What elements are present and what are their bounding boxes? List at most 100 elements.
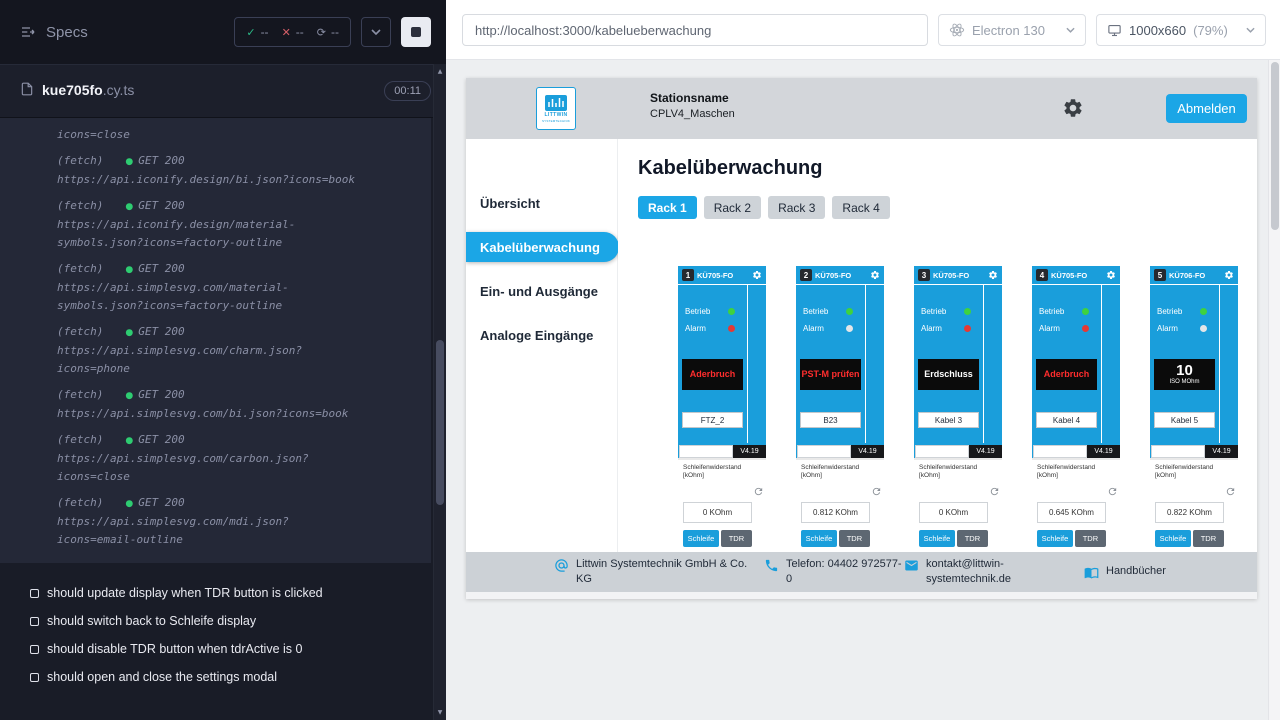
log-entry[interactable]: (fetch)●GET 200https://api.simplesvg.com… (57, 431, 431, 486)
version-blank-field (915, 445, 969, 458)
fetch-label: (fetch) (57, 199, 103, 212)
book-icon (1084, 565, 1099, 580)
measurement-label: Schleifenwiderstand [kOhm] (1037, 464, 1106, 480)
card-buttons: SchleifeTDR (1155, 530, 1224, 547)
alarm-led (1200, 325, 1207, 332)
reporter-scrollbar[interactable]: ▲ ▼ (433, 64, 446, 720)
page-scrollbar[interactable] (1268, 60, 1280, 720)
tab-rack-2[interactable]: Rack 2 (704, 196, 761, 219)
sidebar-item-bersicht[interactable]: Übersicht (466, 188, 617, 218)
refresh-icon[interactable] (871, 486, 882, 497)
cable-name: B23 (800, 412, 861, 428)
request-url: https://api.simplesvg.com/mdi.json?icons… (57, 513, 368, 549)
tdr-button[interactable]: TDR (839, 530, 870, 547)
request-url: https://api.iconify.design/material-symb… (57, 216, 368, 252)
card-settings-icon[interactable] (1224, 270, 1234, 280)
cable-name: FTZ_2 (682, 412, 743, 428)
schleife-button[interactable]: Schleife (683, 530, 719, 547)
test-item[interactable]: should open and close the settings modal (30, 663, 446, 691)
mail-icon (904, 558, 919, 573)
scroll-up-arrow-icon[interactable]: ▲ (434, 68, 446, 75)
url-input[interactable] (462, 14, 928, 46)
request-url: https://api.iconify.design/bi.json?icons… (57, 171, 368, 189)
betrieb-status: Betrieb (921, 307, 971, 316)
log-entry[interactable]: (fetch)●GET 200https://api.simplesvg.com… (57, 386, 431, 423)
failed-icon: ✕ (282, 26, 291, 39)
card-settings-icon[interactable] (870, 270, 880, 280)
sidebar-item-kabel-berwachung[interactable]: Kabelüberwachung (466, 232, 619, 262)
card-header: 5KÜ706-FO (1150, 266, 1238, 285)
schleife-button[interactable]: Schleife (801, 530, 837, 547)
settings-gear-icon[interactable] (1062, 97, 1084, 119)
device-cards: 1KÜ705-FO Betrieb Alarm Aderbruch FTZ_2 V4.19… (678, 266, 1238, 566)
chevron-down-icon (1246, 27, 1255, 33)
tdr-button[interactable]: TDR (1193, 530, 1224, 547)
log-entry[interactable]: (fetch)●GET 200https://api.simplesvg.com… (57, 323, 431, 378)
tdr-button[interactable]: TDR (1075, 530, 1106, 547)
alarm-status: Alarm (685, 324, 735, 333)
refresh-icon[interactable] (989, 486, 1000, 497)
refresh-icon[interactable] (1107, 486, 1118, 497)
schleife-button[interactable]: Schleife (1037, 530, 1073, 547)
request-url: https://api.simplesvg.com/charm.json?ico… (57, 342, 368, 378)
browser-selector[interactable]: Electron 130 (938, 14, 1086, 46)
betrieb-status: Betrieb (1157, 307, 1207, 316)
sidebar-item-analoge-eing-nge[interactable]: Analoge Eingänge (466, 320, 617, 350)
test-item[interactable]: should update display when TDR button is… (30, 579, 446, 607)
schleife-button[interactable]: Schleife (919, 530, 955, 547)
specs-menu-icon[interactable] (20, 24, 36, 40)
stop-button[interactable] (401, 17, 431, 47)
tab-rack-3[interactable]: Rack 3 (768, 196, 825, 219)
log-entry[interactable]: (fetch)●GET 200https://api.simplesvg.com… (57, 260, 431, 315)
footer-item-2[interactable]: Telefon: 04402 972577-0 (764, 557, 904, 587)
log-entry[interactable]: (fetch)●GET 200https://api.iconify.desig… (57, 152, 431, 189)
reporter-scrollbar-thumb[interactable] (436, 340, 444, 505)
display-text: Aderbruch (1044, 370, 1090, 380)
tab-rack-4[interactable]: Rack 4 (832, 196, 889, 219)
test-state-icon (30, 673, 39, 682)
spec-file-basename: kue705fo (42, 82, 103, 98)
sidebar-item-ein-und-ausg-nge[interactable]: Ein- und Ausgänge (466, 276, 617, 306)
log-entry[interactable]: (fetch)●GET 200https://api.iconify.desig… (57, 197, 431, 252)
alarm-label: Alarm (803, 324, 824, 333)
device-card: 3KÜ705-FOBetriebAlarmErdschlussKabel 3V4… (914, 266, 1002, 566)
card-buttons: SchleifeTDR (801, 530, 870, 547)
test-item[interactable]: should disable TDR button when tdrActive… (30, 635, 446, 663)
specs-label[interactable]: Specs (46, 24, 88, 41)
page-scrollbar-thumb[interactable] (1271, 62, 1279, 230)
phone-icon (764, 558, 779, 573)
spec-file-name[interactable]: kue705fo.cy.ts (42, 82, 134, 100)
alarm-status: Alarm (1039, 324, 1089, 333)
tdr-button[interactable]: TDR (957, 530, 988, 547)
test-item[interactable]: should switch back to Schleife display (30, 607, 446, 635)
betrieb-label: Betrieb (685, 307, 710, 316)
card-settings-icon[interactable] (988, 270, 998, 280)
card-body: BetriebAlarmErdschlussKabel 3 (914, 285, 1002, 443)
measurement-panel: Schleifenwiderstand [kOhm]0.645 KOhmSchl… (1032, 458, 1120, 566)
schleife-button[interactable]: Schleife (1155, 530, 1191, 547)
refresh-icon[interactable] (1225, 486, 1236, 497)
collapse-button[interactable] (361, 17, 391, 47)
refresh-icon[interactable] (753, 486, 764, 497)
tab-rack-1[interactable]: Rack 1 (638, 196, 697, 219)
status-dot-icon: ● (125, 157, 133, 167)
log-entry[interactable]: (fetch)●GET 200https://api.simplesvg.com… (57, 494, 431, 549)
viewport-size-selector[interactable]: 1000x660 (79%) (1096, 14, 1266, 46)
test-state-icon (30, 645, 39, 654)
card-settings-icon[interactable] (1106, 270, 1116, 280)
scroll-down-arrow-icon[interactable]: ▼ (434, 709, 446, 716)
card-header: 1KÜ705-FO (678, 266, 766, 285)
footer-item-3[interactable]: kontakt@littwin-systemtechnik.de (904, 557, 1084, 587)
rack-tabs: Rack 1 Rack 2 Rack 3 Rack 4 (638, 196, 890, 219)
footer-item-4[interactable]: Handbücher (1084, 564, 1166, 580)
footer-item-1[interactable]: Littwin Systemtechnik GmbH & Co. KG (554, 557, 764, 587)
at-icon (554, 558, 569, 573)
card-settings-icon[interactable] (752, 270, 762, 280)
pending-tests-list: should update display when TDR button is… (0, 563, 446, 691)
tdr-button[interactable]: TDR (721, 530, 752, 547)
firmware-version: V4.19 (851, 445, 884, 458)
fetch-label: (fetch) (57, 325, 103, 338)
http-status: GET 200 (138, 154, 184, 167)
logout-button[interactable]: Abmelden (1166, 94, 1247, 123)
version-row: V4.19 (678, 445, 766, 458)
